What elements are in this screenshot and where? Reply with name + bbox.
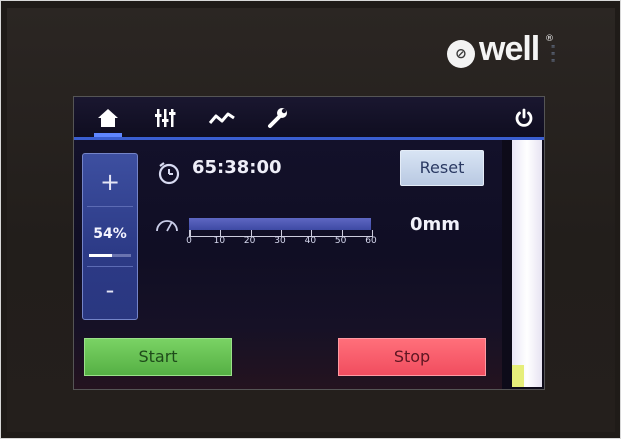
scroll-thumb[interactable] (512, 365, 524, 387)
timer-icon (158, 162, 180, 185)
depth-scale-label: 0 (186, 236, 192, 246)
tab-bar (74, 97, 544, 140)
home-panel: + 54% - 65:38:00 Reset 0 10 20 30 40 50 60 0mm (74, 140, 502, 389)
power-icon (515, 108, 533, 127)
speed-divider (87, 206, 133, 207)
speed-value: 54% (93, 226, 127, 242)
brand-name: well (479, 30, 540, 68)
home-icon (98, 109, 118, 127)
scroll-track[interactable] (512, 140, 542, 387)
registered-mark: ® (545, 34, 554, 44)
brand-tagline-graphic: ≡ ≡ ≡ (551, 44, 556, 64)
depth-scale-label: 20 (243, 236, 256, 246)
depth-scale-label: 50 (334, 236, 347, 246)
tab-settings[interactable] (147, 103, 183, 133)
depth-scale-label: 10 (213, 236, 226, 246)
speed-divider (87, 266, 133, 267)
power-button[interactable] (506, 103, 542, 133)
tab-graph[interactable] (204, 103, 240, 133)
timer-value: 65:38:00 (192, 157, 282, 178)
brand-logo: ⊘ well ® ≡ ≡ ≡ (447, 30, 597, 82)
depth-scale-label: 60 (365, 236, 377, 246)
depth-scale-label: 40 (304, 236, 317, 246)
depth-progress-bar (189, 218, 371, 230)
stop-button[interactable]: Stop (338, 338, 486, 376)
gauge-icon (156, 220, 178, 232)
speed-decrease-button[interactable]: - (83, 270, 137, 310)
speed-level-bar (89, 254, 131, 257)
speed-control: + 54% - (82, 153, 138, 320)
speed-level-fill (89, 254, 112, 257)
graph-icon (208, 112, 235, 124)
depth-scale-label: 30 (274, 236, 286, 246)
logo-mark-icon: ⊘ (447, 40, 475, 68)
reset-button[interactable]: Reset (400, 150, 484, 186)
side-scrollbar[interactable] (504, 140, 544, 389)
speed-increase-button[interactable]: + (83, 162, 137, 202)
wrench-icon (268, 108, 287, 128)
tab-home[interactable] (90, 103, 126, 137)
tab-tools[interactable] (259, 103, 295, 133)
start-button[interactable]: Start (84, 338, 232, 376)
depth-value: 0mm (410, 214, 461, 235)
lcd-screen: + 54% - 65:38:00 Reset 0 10 20 30 40 50 60 0mm (73, 96, 545, 390)
equalizer-icon (155, 109, 176, 127)
